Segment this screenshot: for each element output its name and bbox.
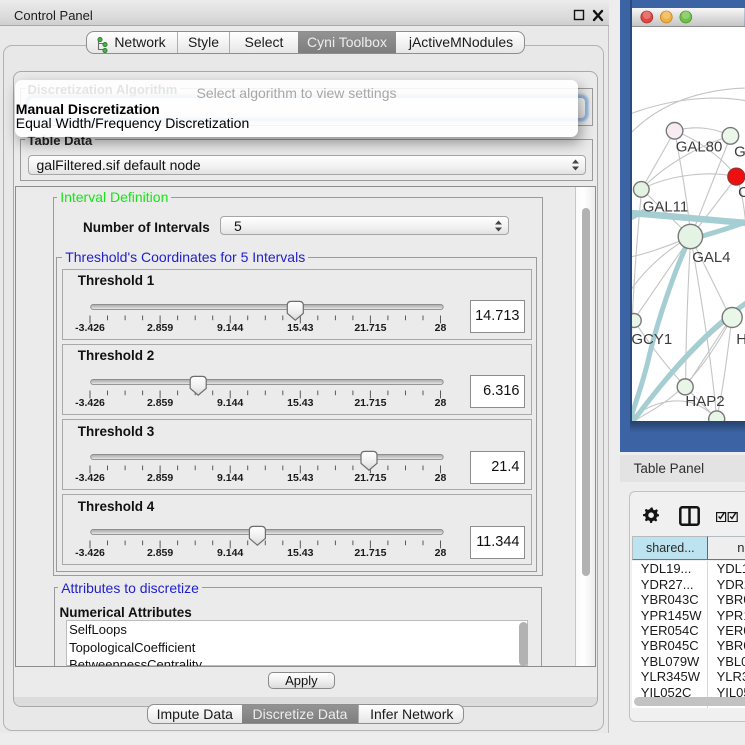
- svg-text:2.859: 2.859: [147, 397, 173, 409]
- svg-text:9.144: 9.144: [217, 322, 243, 334]
- svg-text:C: C: [738, 184, 745, 201]
- svg-text:9.144: 9.144: [217, 472, 243, 484]
- svg-text:28: 28: [435, 472, 447, 484]
- svg-text:15.43: 15.43: [287, 322, 313, 334]
- svg-text:28: 28: [435, 397, 447, 409]
- svg-text:15.43: 15.43: [287, 472, 313, 484]
- svg-text:28: 28: [435, 322, 447, 334]
- svg-text:-3.426: -3.426: [75, 547, 105, 559]
- svg-text:-3.426: -3.426: [75, 472, 105, 484]
- svg-text:21.715: 21.715: [355, 547, 387, 559]
- svg-text:21.715: 21.715: [355, 397, 387, 409]
- svg-text:GAL11: GAL11: [643, 199, 689, 216]
- svg-text:GAL80: GAL80: [676, 139, 723, 156]
- svg-text:GAL1: GAL1: [734, 144, 744, 161]
- svg-text:GAL4: GAL4: [692, 249, 730, 266]
- svg-text:2.859: 2.859: [147, 322, 173, 334]
- svg-text:28: 28: [435, 547, 447, 559]
- svg-text:21.715: 21.715: [355, 472, 387, 484]
- svg-text:-3.426: -3.426: [75, 397, 105, 409]
- svg-text:GCY1: GCY1: [632, 331, 672, 348]
- svg-text:9.144: 9.144: [217, 397, 243, 409]
- svg-text:21.715: 21.715: [355, 322, 387, 334]
- svg-text:2.859: 2.859: [147, 472, 173, 484]
- svg-text:HAP2: HAP2: [686, 393, 725, 410]
- svg-text:15.43: 15.43: [287, 547, 313, 559]
- svg-text:H: H: [737, 331, 745, 348]
- svg-text:2.859: 2.859: [147, 547, 173, 559]
- svg-text:-3.426: -3.426: [75, 322, 105, 334]
- svg-text:15.43: 15.43: [287, 397, 313, 409]
- svg-text:9.144: 9.144: [217, 547, 243, 559]
